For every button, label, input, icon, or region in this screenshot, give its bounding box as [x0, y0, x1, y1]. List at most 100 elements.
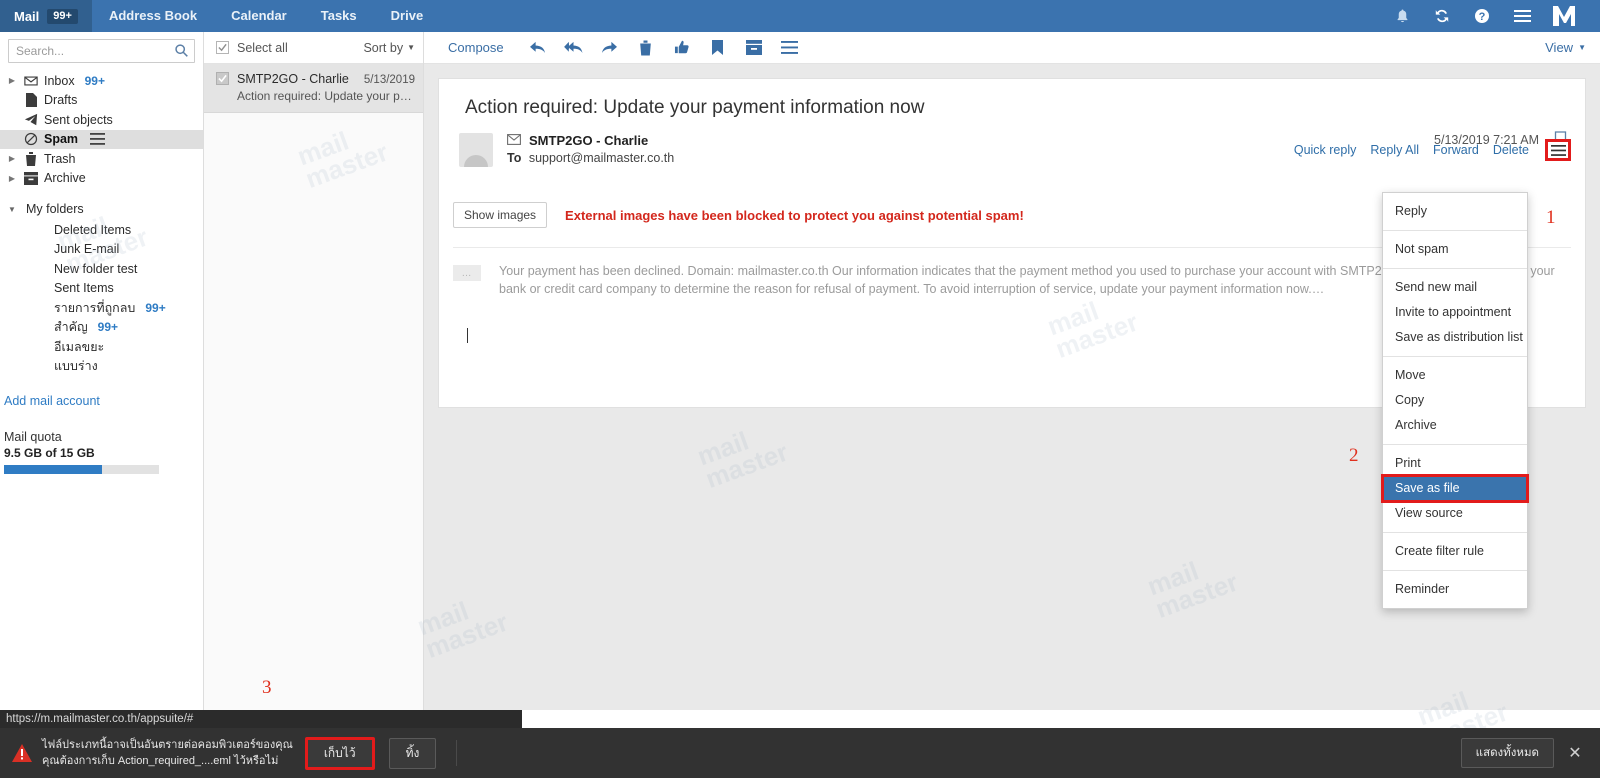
sidebar-item-label: อีเมลขยะ: [54, 339, 105, 354]
add-mail-account-link[interactable]: Add mail account: [4, 394, 203, 408]
sidebar-item-deleted-items[interactable]: Deleted Items: [0, 220, 203, 240]
menu-divider: [1383, 570, 1527, 571]
help-icon[interactable]: ?: [1462, 0, 1502, 32]
sort-by-button[interactable]: Sort by ▼: [363, 41, 415, 55]
brand-logo: [1542, 0, 1586, 32]
menu-item-reply[interactable]: Reply: [1383, 199, 1527, 224]
sidebar-item-archive[interactable]: ▶ Archive: [0, 169, 203, 189]
draft-icon: [20, 93, 42, 108]
quick-reply-link[interactable]: Quick reply: [1294, 143, 1357, 157]
top-nav-right: ?: [1382, 0, 1600, 32]
menu-item-create-filter-rule[interactable]: Create filter rule: [1383, 539, 1527, 564]
menu-item-move[interactable]: Move: [1383, 363, 1527, 388]
sidebar-item-label: สำคัญ: [54, 320, 88, 335]
delete-icon[interactable]: [628, 32, 664, 64]
view-dropdown[interactable]: View ▼: [1545, 40, 1586, 55]
search-input[interactable]: [9, 40, 194, 62]
sidebar-item-deleted-items-th[interactable]: รายการที่ถูกลบ 99+: [0, 298, 203, 318]
sidebar-item-sent-items[interactable]: Sent Items: [0, 279, 203, 299]
email-action-links: Quick reply Reply All Forward Delete: [1294, 139, 1571, 161]
hamburger-icon[interactable]: [1502, 0, 1542, 32]
compose-button[interactable]: Compose: [432, 32, 520, 64]
sidebar-item-inbox[interactable]: ▶ Inbox 99+: [0, 71, 203, 91]
select-all-label[interactable]: Select all: [237, 41, 288, 55]
inbox-icon: [20, 74, 42, 88]
sidebar-item-drafts-th[interactable]: แบบร่าง: [0, 357, 203, 377]
select-all-checkbox[interactable]: [216, 41, 229, 54]
nav-mail-unread-badge: 99+: [47, 8, 78, 24]
view-dropdown-label: View: [1545, 40, 1574, 55]
menu-item-archive[interactable]: Archive: [1383, 413, 1527, 438]
reply-all-icon[interactable]: [556, 32, 592, 64]
top-nav-left: Mail 99+ Address Book Calendar Tasks Dri…: [0, 0, 440, 32]
keep-button[interactable]: เก็บไว้: [304, 736, 375, 770]
sort-by-label: Sort by: [363, 40, 404, 55]
sidebar-item-important-th[interactable]: สำคัญ 99+: [0, 318, 203, 338]
download-bar-right: แสดงทั้งหมด ✕: [1460, 738, 1600, 768]
chevron-down-icon[interactable]: ▼: [4, 205, 20, 214]
spam-thumbs-up-icon[interactable]: [664, 32, 700, 64]
sidebar-item-label: Deleted Items: [54, 222, 132, 237]
sidebar-item-drafts[interactable]: Drafts: [0, 91, 203, 111]
sidebar-item-spam[interactable]: Spam: [0, 129, 203, 149]
menu-icon[interactable]: [772, 32, 808, 64]
forward-link[interactable]: Forward: [1433, 143, 1479, 157]
discard-button[interactable]: ทิ้ง: [388, 737, 437, 769]
folder-context-menu-icon[interactable]: [90, 133, 106, 146]
sidebar-item-junk-th[interactable]: อีเมลขยะ: [0, 337, 203, 357]
blocked-images-message: External images have been blocked to pro…: [565, 207, 1024, 223]
sidebar: ▶ Inbox 99+ Drafts Sent objects: [0, 32, 204, 710]
chevron-right-icon[interactable]: ▶: [4, 174, 20, 183]
menu-item-view-source[interactable]: View source: [1383, 501, 1527, 526]
archive-icon[interactable]: [736, 32, 772, 64]
search-box[interactable]: [8, 39, 195, 63]
sidebar-item-sent-objects[interactable]: Sent objects: [0, 110, 203, 130]
close-icon[interactable]: ✕: [1564, 743, 1586, 763]
menu-item-save-as-distribution-list[interactable]: Save as distribution list: [1383, 325, 1527, 350]
archive-icon: [20, 171, 42, 185]
menu-item-copy[interactable]: Copy: [1383, 388, 1527, 413]
chevron-down-icon: ▼: [407, 43, 415, 52]
search-container: [0, 32, 203, 69]
divider: [456, 740, 458, 766]
chevron-right-icon[interactable]: ▶: [4, 76, 20, 85]
menu-item-print[interactable]: Print: [1383, 451, 1527, 476]
menu-item-save-as-file[interactable]: Save as file: [1381, 474, 1529, 503]
show-all-downloads-button[interactable]: แสดงทั้งหมด: [1460, 738, 1554, 768]
reply-all-link[interactable]: Reply All: [1370, 143, 1419, 157]
message-select-checkbox[interactable]: [216, 72, 229, 85]
warning-icon: [12, 744, 32, 762]
annotation-step-1: 1: [1546, 207, 1556, 228]
my-folders-header[interactable]: ▼ My folders: [0, 198, 203, 220]
nav-item-address-book[interactable]: Address Book: [92, 0, 214, 32]
chevron-right-icon[interactable]: ▶: [4, 154, 20, 163]
more-actions-menu-icon[interactable]: [1545, 139, 1571, 161]
reply-icon[interactable]: [520, 32, 556, 64]
delete-link[interactable]: Delete: [1493, 143, 1529, 157]
my-folders-list: Deleted Items Junk E-mail New folder tes…: [0, 220, 203, 376]
refresh-icon[interactable]: [1422, 0, 1462, 32]
menu-item-not-spam[interactable]: Not spam: [1383, 237, 1527, 262]
show-images-button[interactable]: Show images: [453, 202, 548, 228]
sidebar-item-new-folder-test[interactable]: New folder test: [0, 259, 203, 279]
search-icon[interactable]: [174, 43, 189, 61]
menu-item-invite-to-appointment[interactable]: Invite to appointment: [1383, 300, 1527, 325]
menu-item-send-new-mail[interactable]: Send new mail: [1383, 275, 1527, 300]
flag-icon[interactable]: [700, 32, 736, 64]
menu-item-reminder[interactable]: Reminder: [1383, 577, 1527, 602]
nav-item-calendar[interactable]: Calendar: [214, 0, 304, 32]
trash-icon: [20, 151, 42, 166]
email-sender-name: SMTP2GO - Charlie: [529, 133, 649, 148]
nav-item-drive[interactable]: Drive: [374, 0, 441, 32]
nav-item-mail[interactable]: Mail 99+: [0, 0, 92, 32]
sidebar-item-trash[interactable]: ▶ Trash: [0, 149, 203, 169]
sidebar-item-junk-email[interactable]: Junk E-mail: [0, 240, 203, 260]
forward-icon[interactable]: [592, 32, 628, 64]
my-folders-label: My folders: [26, 202, 84, 216]
bell-icon[interactable]: [1382, 0, 1422, 32]
spam-icon: [20, 132, 42, 146]
nav-item-tasks[interactable]: Tasks: [304, 0, 374, 32]
download-warning-line1: ไฟล์ประเภทนี้อาจเป็นอันตรายต่อคอมพิวเตอร…: [42, 739, 293, 751]
message-list-item[interactable]: SMTP2GO - Charlie 5/13/2019 Action requi…: [204, 64, 423, 113]
sidebar-item-label: แบบร่าง: [54, 359, 98, 374]
